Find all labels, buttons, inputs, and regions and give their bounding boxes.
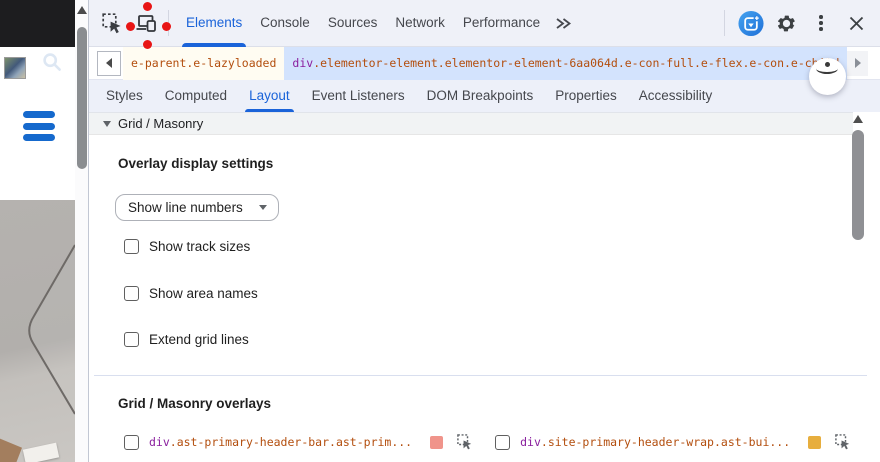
more-tabs-icon[interactable]: [549, 10, 575, 36]
selector-classes: .site-primary-header-wrap.ast-bui...: [540, 435, 791, 449]
select-element-icon[interactable]: [457, 434, 473, 450]
chevron-down-icon: [259, 205, 267, 210]
devtools-panel: Elements Console Sources Network Perform…: [88, 0, 880, 462]
tab-label: Sources: [327, 14, 378, 30]
tab-computed[interactable]: Computed: [154, 80, 238, 112]
kebab-menu-icon[interactable]: [808, 10, 834, 36]
tab-network[interactable]: Network: [386, 0, 454, 47]
tab-label: Styles: [106, 88, 143, 103]
tab-label: Properties: [555, 88, 617, 103]
selector-classes: .ast-primary-header-bar.ast-prim...: [169, 435, 413, 449]
pane-scrollbar-thumb[interactable]: [852, 130, 864, 240]
annotation-dot-right: [162, 21, 171, 31]
tab-label: Computed: [164, 88, 228, 103]
overlay-checkbox[interactable]: [124, 434, 139, 450]
page-logo-thumbnail[interactable]: [4, 57, 26, 79]
breadcrumb-item-selected[interactable]: div .elementor-element.elementor-element-…: [284, 46, 847, 80]
breadcrumb-forward-button[interactable]: [847, 50, 868, 76]
checkbox[interactable]: [124, 332, 139, 347]
grid-masonry-section-header[interactable]: Grid / Masonry: [89, 112, 853, 135]
checkbox-label: Show track sizes: [149, 239, 251, 254]
tab-label: Event Listeners: [311, 88, 405, 103]
screenshot-root: Elements Console Sources Network Perform…: [0, 0, 880, 462]
annotation-dot-left: [125, 21, 135, 31]
section-divider: [94, 375, 867, 376]
grid-overlays-title: Grid / Masonry overlays: [118, 396, 272, 411]
toolbar-separator: [724, 10, 725, 36]
tab-label: Layout: [249, 88, 290, 103]
scroll-up-arrow[interactable]: [77, 6, 87, 14]
floating-assistant-icon[interactable]: [809, 58, 846, 95]
checkbox-show-track-sizes[interactable]: Show track sizes: [124, 239, 250, 254]
breadcrumb: e-parent.e-lazyloaded div .elementor-elem…: [89, 46, 880, 80]
overlay-color-swatch[interactable]: [808, 435, 822, 449]
section-title: Grid / Masonry: [118, 116, 204, 131]
pane-scroll-up-arrow[interactable]: [853, 115, 863, 123]
breadcrumb-back-button[interactable]: [97, 50, 121, 76]
selector-classes: .elementor-element.elementor-element-6aa…: [313, 56, 840, 70]
extension-capture-icon[interactable]: [738, 10, 764, 36]
annotation-dot-bottom: [143, 39, 152, 49]
select-element-icon[interactable]: [835, 434, 851, 450]
layout-pane-content: Overlay display settings Show line numbe…: [89, 135, 880, 462]
selector-tag: div: [520, 435, 541, 449]
tab-accessibility[interactable]: Accessibility: [628, 80, 724, 112]
checkbox-label: Show area names: [149, 286, 258, 301]
tab-event-listeners[interactable]: Event Listeners: [301, 80, 416, 112]
hamburger-menu-icon[interactable]: [23, 111, 55, 146]
tab-performance[interactable]: Performance: [454, 0, 549, 47]
tab-properties[interactable]: Properties: [544, 80, 628, 112]
dropdown-value: Show line numbers: [128, 200, 243, 215]
browser-page-strip: [0, 0, 88, 462]
inspect-element-icon[interactable]: [99, 10, 125, 36]
selector-tag: div: [292, 56, 314, 70]
overlay-selector[interactable]: div.ast-primary-header-bar.ast-prim...: [149, 435, 412, 449]
tab-elements[interactable]: Elements: [177, 0, 251, 47]
close-devtools-icon[interactable]: [843, 10, 869, 36]
crumb-text: e-parent.e-lazyloaded: [131, 56, 277, 70]
collapse-triangle-icon: [103, 120, 111, 127]
overlay-color-swatch[interactable]: [430, 435, 444, 449]
tab-label: Console: [260, 14, 310, 30]
settings-gear-icon[interactable]: [773, 10, 799, 36]
tab-label: Accessibility: [638, 88, 713, 103]
tab-label: Elements: [186, 14, 243, 30]
tab-layout[interactable]: Layout: [238, 80, 301, 112]
forward-arrow-icon: [854, 58, 861, 68]
breadcrumb-item-parent[interactable]: e-parent.e-lazyloaded: [123, 46, 285, 80]
sidebar-pane-tabs: Styles Computed Layout Event Listeners D…: [89, 80, 880, 112]
annotation-dot-top: [143, 1, 152, 11]
line-numbers-dropdown[interactable]: Show line numbers: [115, 194, 279, 221]
tab-styles[interactable]: Styles: [95, 80, 154, 112]
tab-label: DOM Breakpoints: [426, 88, 534, 103]
overlay-selector[interactable]: div.site-primary-header-wrap.ast-bui...: [520, 435, 790, 449]
checkbox[interactable]: [124, 239, 139, 254]
search-icon[interactable]: [42, 52, 62, 77]
page-top-banner: [0, 0, 75, 47]
checkbox-label: Extend grid lines: [149, 332, 249, 347]
page-photo: [0, 200, 75, 462]
tab-label: Performance: [462, 14, 541, 30]
tab-label: Network: [395, 14, 445, 30]
tab-dom-breakpoints[interactable]: DOM Breakpoints: [416, 80, 545, 112]
devtools-toolbar: Elements Console Sources Network Perform…: [89, 0, 880, 47]
back-arrow-icon: [106, 58, 112, 68]
grid-overlays-list: div.ast-primary-header-bar.ast-prim... d…: [124, 434, 851, 450]
checkbox[interactable]: [124, 286, 139, 301]
toggle-device-toolbar-icon[interactable]: [134, 10, 160, 36]
tab-console[interactable]: Console: [251, 0, 319, 47]
selector-tag: div: [149, 435, 170, 449]
page-scrollbar-thumb[interactable]: [77, 27, 87, 169]
overlay-checkbox[interactable]: [495, 434, 511, 450]
checkbox-show-area-names[interactable]: Show area names: [124, 286, 258, 301]
overlay-settings-title: Overlay display settings: [118, 156, 274, 171]
tab-sources[interactable]: Sources: [319, 0, 387, 47]
checkbox-extend-grid-lines[interactable]: Extend grid lines: [124, 332, 249, 347]
